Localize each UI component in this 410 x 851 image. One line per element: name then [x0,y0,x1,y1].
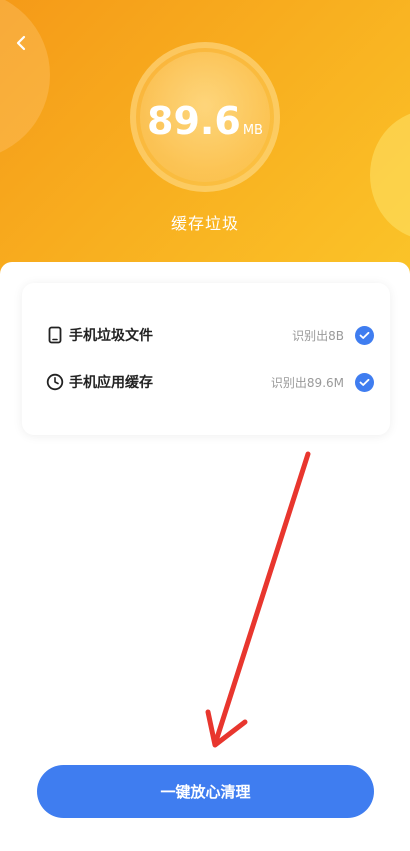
cache-size-display: 89.6 MB [140,52,270,182]
item-label: 手机垃圾文件 [69,328,153,344]
cache-size-unit: MB [242,123,263,138]
phone-icon [46,326,64,344]
checkmark-icon[interactable] [355,325,374,345]
item-label: 手机应用缓存 [69,375,153,391]
clock-icon [46,373,64,391]
back-button[interactable] [6,28,36,58]
cache-size-ring: 89.6 MB [130,42,280,192]
scan-results-card: 手机垃圾文件 识别出8B 手机应用缓存 识别出89.6M [22,283,390,435]
cache-size-value: 89.6 [147,99,241,143]
page-title: 缓存垃圾 [170,214,239,233]
clean-button[interactable]: 一键放心清理 [37,765,374,818]
list-item-app-cache[interactable]: 手机应用缓存 识别出89.6M [22,367,390,397]
header-banner: 89.6 MB 缓存垃圾 [0,0,410,300]
item-status: 识别出8B [292,328,344,343]
decorative-blob [0,0,50,160]
list-item-junk-files[interactable]: 手机垃圾文件 识别出8B [22,320,390,350]
checkmark-icon[interactable] [355,372,374,392]
item-status: 识别出89.6M [270,375,344,390]
chevron-left-icon [16,35,26,51]
